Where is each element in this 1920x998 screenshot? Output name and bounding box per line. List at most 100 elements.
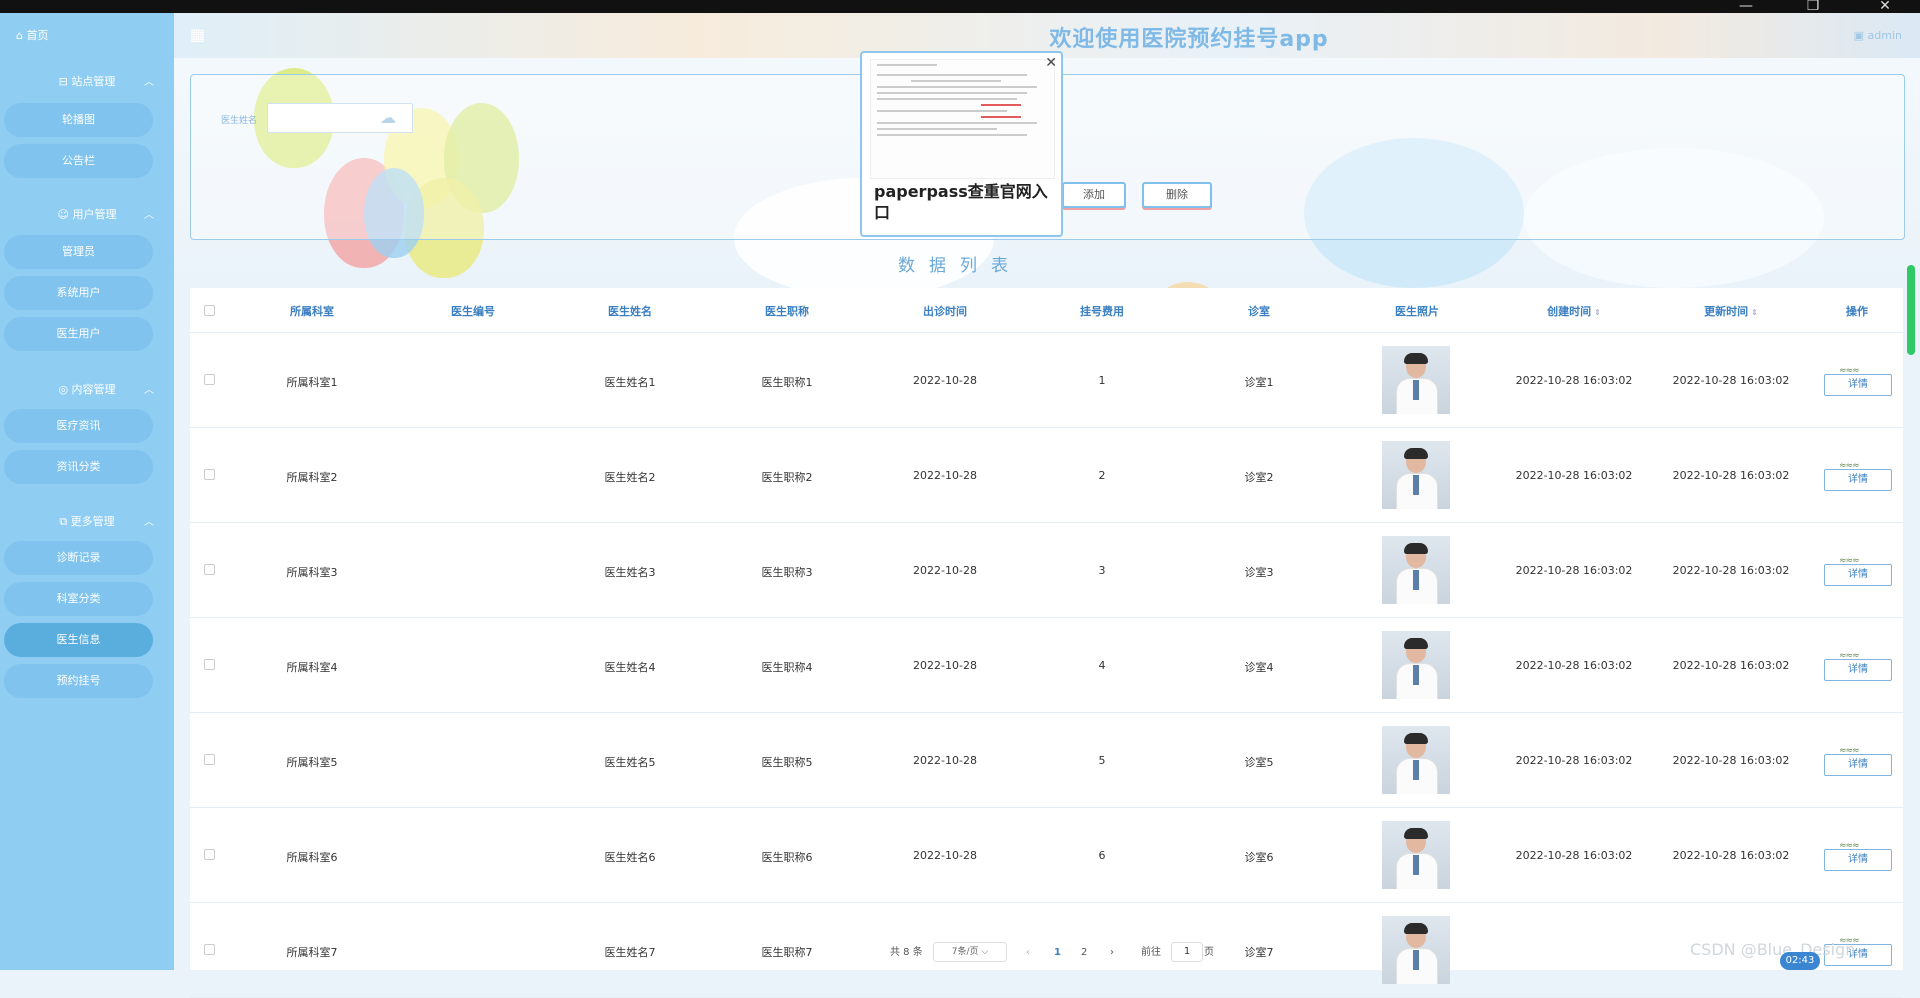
detail-button[interactable]: 详情 bbox=[1824, 469, 1892, 491]
page-1-button[interactable]: 1 bbox=[1054, 944, 1061, 962]
cell-room: 诊室1 bbox=[1244, 376, 1274, 389]
cell-title: 医生职称6 bbox=[761, 851, 813, 864]
home-icon: ⌂ bbox=[16, 29, 23, 42]
detail-button[interactable]: 详情 bbox=[1824, 659, 1892, 681]
sidebar-item-system-users[interactable]: 系统用户 bbox=[4, 276, 153, 310]
row-checkbox[interactable] bbox=[204, 659, 215, 670]
doctor-photo[interactable] bbox=[1382, 821, 1450, 889]
detail-button[interactable]: 详情 bbox=[1824, 374, 1892, 396]
cell-room: 诊室2 bbox=[1244, 471, 1274, 484]
column-header-sortable[interactable]: 更新时间 ⇕ bbox=[1671, 303, 1791, 319]
sidebar-item-admins[interactable]: 管理员 bbox=[4, 235, 153, 269]
sidebar: ⌂ 首页 ⊟ 站点管理 ︿ 轮播图 公告栏 ☺ 用户管理 ︿ 管理员 系统用户 … bbox=[0, 13, 174, 970]
cell-date: 2022-10-28 bbox=[913, 374, 977, 387]
sort-icon: ⇕ bbox=[1751, 308, 1758, 317]
column-header: 医生照片 bbox=[1395, 305, 1439, 318]
page-title: 欢迎使用医院预约挂号app bbox=[1049, 27, 1329, 52]
table-row: 所属科室5 医生姓名5 医生职称5 2022-10-28 5 诊室5 2022-10-28 … bbox=[190, 713, 1903, 808]
goto-prefix: 前往 bbox=[1141, 947, 1161, 958]
row-checkbox[interactable] bbox=[204, 849, 215, 860]
cell-date: 2022-10-28 bbox=[913, 564, 977, 577]
sidebar-group-more[interactable]: ⧉ 更多管理 ︿ bbox=[0, 513, 174, 533]
table-row: 所属科室4 医生姓名4 医生职称4 2022-10-28 4 诊室4 2022-10-28 … bbox=[190, 618, 1903, 713]
row-checkbox[interactable] bbox=[204, 469, 215, 480]
row-checkbox[interactable] bbox=[204, 944, 215, 955]
sidebar-group-label: 内容管理 bbox=[71, 383, 116, 396]
cell-name: 医生姓名7 bbox=[604, 946, 656, 959]
doctor-name-input[interactable]: ☁ bbox=[267, 103, 413, 133]
column-header-sortable[interactable]: 创建时间 ⇕ bbox=[1514, 303, 1634, 319]
goto-suffix: 页 bbox=[1204, 947, 1214, 958]
column-header: 医生姓名 bbox=[608, 305, 652, 318]
doctor-photo[interactable] bbox=[1382, 346, 1450, 414]
sidebar-group-content[interactable]: ◎ 内容管理 ︿ bbox=[0, 381, 174, 401]
close-icon[interactable]: ✕ bbox=[1045, 55, 1057, 71]
sidebar-item-medical-news[interactable]: 医疗资讯 bbox=[4, 409, 153, 443]
list-title: 数据列表 bbox=[898, 256, 1022, 276]
sidebar-group-users[interactable]: ☺ 用户管理 ︿ bbox=[0, 206, 174, 226]
cloud-icon: ☁ bbox=[380, 108, 396, 127]
doctor-photo[interactable] bbox=[1382, 536, 1450, 604]
doctor-photo[interactable] bbox=[1382, 631, 1450, 699]
prev-page-icon[interactable]: ‹ bbox=[1026, 944, 1030, 962]
doctor-photo[interactable] bbox=[1382, 726, 1450, 794]
cell-dept: 所属科室4 bbox=[286, 661, 338, 674]
cell-created: 2022-10-28 16:03:02 bbox=[1515, 754, 1633, 767]
cell-dept: 所属科室3 bbox=[286, 566, 338, 579]
cell-created: 2022-10-28 16:03:02 bbox=[1515, 659, 1633, 672]
cell-created: 2022-10-28 16:03:02 bbox=[1515, 469, 1633, 482]
cell-dept: 所属科室5 bbox=[286, 756, 338, 769]
cell-dept: 所属科室6 bbox=[286, 851, 338, 864]
goto-page-input[interactable]: 1 bbox=[1171, 942, 1203, 962]
scrollbar-thumb[interactable] bbox=[1907, 265, 1915, 355]
detail-button[interactable]: 详情 bbox=[1824, 564, 1892, 586]
cell-name: 医生姓名2 bbox=[604, 471, 656, 484]
detail-button[interactable]: 详情 bbox=[1824, 754, 1892, 776]
select-all-checkbox[interactable] bbox=[204, 305, 215, 316]
cell-dept: 所属科室1 bbox=[286, 376, 338, 389]
sidebar-item-department[interactable]: 科室分类 bbox=[4, 582, 153, 616]
cell-title: 医生职称7 bbox=[761, 946, 813, 959]
column-header: 医生职称 bbox=[765, 305, 809, 318]
sidebar-home[interactable]: ⌂ 首页 bbox=[16, 27, 48, 43]
delete-button[interactable]: 删除 bbox=[1142, 182, 1212, 208]
grid-icon[interactable]: ▦ bbox=[190, 27, 206, 43]
minimize-button[interactable]: — bbox=[1726, 0, 1766, 13]
cell-name: 医生姓名1 bbox=[604, 376, 656, 389]
doctor-photo[interactable] bbox=[1382, 441, 1450, 509]
sidebar-item-appointment[interactable]: 预约挂号 bbox=[4, 664, 153, 698]
next-page-icon[interactable]: › bbox=[1110, 944, 1114, 962]
table-row: 所属科室7 医生姓名7 医生职称7 诊室7 ≈≈≈ 详情 bbox=[190, 903, 1903, 998]
sidebar-item-news-category[interactable]: 资讯分类 bbox=[4, 450, 153, 484]
add-button[interactable]: 添加 bbox=[1062, 182, 1126, 208]
cell-created: 2022-10-28 16:03:02 bbox=[1515, 849, 1633, 862]
avatar: ▣ bbox=[1853, 29, 1865, 42]
popup-text[interactable]: paperpass查重官网入口 bbox=[874, 181, 1054, 223]
detail-button[interactable]: 详情 bbox=[1824, 849, 1892, 871]
page-size-value: 7条/页 bbox=[951, 947, 979, 957]
sidebar-item-notice[interactable]: 公告栏 bbox=[4, 144, 153, 178]
sidebar-item-carousel[interactable]: 轮播图 bbox=[4, 103, 153, 137]
sidebar-item-doctor-info[interactable]: 医生信息 bbox=[4, 623, 153, 657]
page-size-select[interactable]: 7条/页 ⌵ bbox=[933, 942, 1007, 962]
user-name: admin bbox=[1867, 29, 1902, 42]
cell-room: 诊室3 bbox=[1244, 566, 1274, 579]
ad-popup[interactable]: ✕ paperpass查重官网入口 bbox=[860, 51, 1063, 237]
maximize-button[interactable]: ❐ bbox=[1793, 0, 1833, 13]
cell-room: 诊室6 bbox=[1244, 851, 1274, 864]
cell-room: 诊室5 bbox=[1244, 756, 1274, 769]
sidebar-item-diagnosis[interactable]: 诊断记录 bbox=[4, 541, 153, 575]
chevron-up-icon: ︿ bbox=[144, 517, 154, 528]
close-window-button[interactable]: ✕ bbox=[1865, 0, 1905, 13]
cell-title: 医生职称4 bbox=[761, 661, 813, 674]
cell-name: 医生姓名3 bbox=[604, 566, 656, 579]
row-checkbox[interactable] bbox=[204, 754, 215, 765]
row-checkbox[interactable] bbox=[204, 374, 215, 385]
doctor-photo[interactable] bbox=[1382, 916, 1450, 984]
user-menu[interactable]: ▣ admin bbox=[1854, 29, 1902, 42]
row-checkbox[interactable] bbox=[204, 564, 215, 575]
page-2-button[interactable]: 2 bbox=[1081, 944, 1087, 962]
cell-title: 医生职称3 bbox=[761, 566, 813, 579]
sidebar-group-site[interactable]: ⊟ 站点管理 ︿ bbox=[0, 73, 174, 93]
sidebar-item-doctor-users[interactable]: 医生用户 bbox=[4, 317, 153, 351]
